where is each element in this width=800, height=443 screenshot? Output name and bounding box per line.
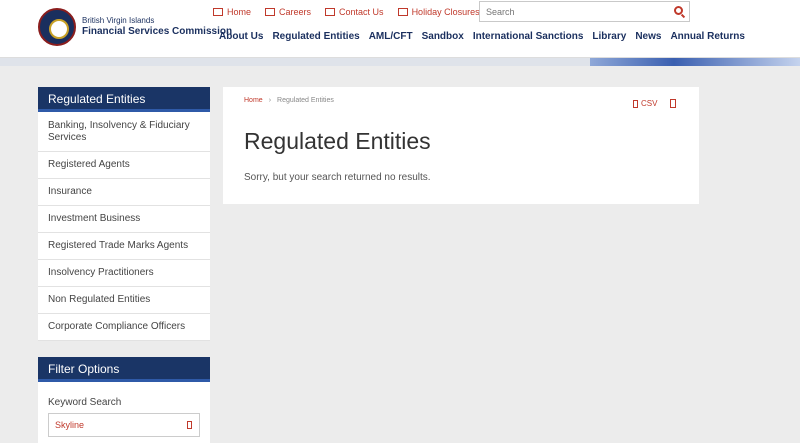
site-search bbox=[479, 1, 690, 22]
utility-link-home[interactable]: Home bbox=[213, 7, 251, 17]
breadcrumb-home[interactable]: Home bbox=[244, 97, 263, 104]
sidebar-item-trade-marks-agents[interactable]: Registered Trade Marks Agents bbox=[38, 233, 210, 260]
calendar-icon bbox=[397, 8, 408, 16]
utility-nav: Home Careers Contact Us Holiday Closures bbox=[213, 7, 480, 17]
search-input[interactable] bbox=[480, 2, 665, 21]
nav-news[interactable]: News bbox=[635, 31, 661, 42]
nav-aml-cft[interactable]: AML/CFT bbox=[369, 31, 413, 42]
csv-export-button[interactable]: CSV bbox=[633, 99, 657, 108]
sidebar-list: Banking, Insolvency & Fiduciary Services… bbox=[38, 112, 210, 341]
home-icon bbox=[213, 8, 223, 16]
clear-icon[interactable] bbox=[187, 421, 192, 429]
fsc-seal-icon bbox=[38, 8, 76, 46]
utility-link-holidays[interactable]: Holiday Closures bbox=[397, 7, 480, 17]
no-results-message: Sorry, but your search returned no resul… bbox=[244, 172, 431, 183]
sidebar-item-banking[interactable]: Banking, Insolvency & Fiduciary Services bbox=[38, 112, 210, 152]
nav-sandbox[interactable]: Sandbox bbox=[422, 31, 464, 42]
banner-image bbox=[590, 58, 800, 66]
hero-banner-strip bbox=[0, 58, 800, 66]
sidebar-item-insolvency-practitioners[interactable]: Insolvency Practitioners bbox=[38, 260, 210, 287]
utility-link-label: Home bbox=[227, 7, 252, 17]
file-icon bbox=[633, 99, 638, 108]
mail-icon bbox=[325, 8, 336, 16]
utility-link-careers[interactable]: Careers bbox=[265, 7, 311, 17]
utility-link-label: Careers bbox=[279, 7, 312, 17]
nav-about-us[interactable]: About Us bbox=[219, 31, 263, 42]
site-header: British Virgin Islands Financial Service… bbox=[0, 0, 800, 58]
print-icon[interactable] bbox=[670, 99, 676, 108]
utility-link-label: Contact Us bbox=[339, 7, 384, 17]
site-logo[interactable]: British Virgin Islands Financial Service… bbox=[38, 8, 232, 46]
page-title: Regulated Entities bbox=[244, 128, 431, 154]
nav-annual-returns[interactable]: Annual Returns bbox=[670, 31, 744, 42]
sidebar-item-insurance[interactable]: Insurance bbox=[38, 179, 210, 206]
csv-label: CSV bbox=[641, 99, 658, 108]
nav-international-sanctions[interactable]: International Sanctions bbox=[473, 31, 584, 42]
keyword-input[interactable] bbox=[49, 414, 179, 436]
briefcase-icon bbox=[265, 8, 276, 16]
search-icon[interactable] bbox=[674, 6, 683, 15]
sidebar-item-investment-business[interactable]: Investment Business bbox=[38, 206, 210, 233]
sidebar-item-non-regulated[interactable]: Non Regulated Entities bbox=[38, 287, 210, 314]
utility-link-contact[interactable]: Contact Us bbox=[325, 7, 384, 17]
breadcrumb-separator: › bbox=[268, 97, 272, 104]
filter-title: Filter Options bbox=[38, 357, 210, 382]
main-nav: About Us Regulated Entities AML/CFT Sand… bbox=[219, 31, 745, 42]
breadcrumb-current: Regulated Entities bbox=[277, 97, 334, 104]
utility-link-label: Holiday Closures bbox=[411, 7, 480, 17]
keyword-field bbox=[48, 413, 200, 437]
logo-text: British Virgin Islands Financial Service… bbox=[82, 16, 233, 37]
logo-line1: British Virgin Islands bbox=[82, 16, 155, 26]
nav-library[interactable]: Library bbox=[592, 31, 626, 42]
main-content: Home › Regulated Entities CSV Regulated … bbox=[223, 87, 699, 204]
keyword-label: Keyword Search bbox=[48, 397, 122, 408]
sidebar-title: Regulated Entities bbox=[38, 87, 210, 112]
logo-line2: Financial Services Commission bbox=[82, 25, 233, 37]
sidebar-item-compliance-officers[interactable]: Corporate Compliance Officers bbox=[38, 314, 210, 341]
sidebar-item-registered-agents[interactable]: Registered Agents bbox=[38, 152, 210, 179]
filter-panel: Keyword Search bbox=[38, 382, 210, 443]
nav-regulated-entities[interactable]: Regulated Entities bbox=[272, 31, 359, 42]
breadcrumb: Home › Regulated Entities bbox=[244, 97, 334, 104]
